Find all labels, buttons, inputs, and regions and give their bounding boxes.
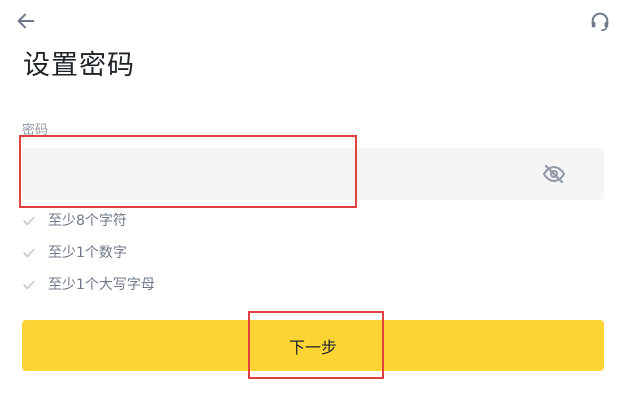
requirement-item: 至少8个字符 xyxy=(22,205,422,237)
toggle-password-visibility-button[interactable] xyxy=(538,160,570,188)
arrow-left-icon xyxy=(17,13,35,29)
back-button[interactable] xyxy=(10,5,42,37)
requirement-text: 至少8个字符 xyxy=(48,213,127,229)
requirement-item: 至少1个大写字母 xyxy=(22,269,422,301)
check-icon xyxy=(22,214,36,228)
check-icon xyxy=(22,278,36,292)
requirement-text: 至少1个大写字母 xyxy=(48,277,155,293)
page-title: 设置密码 xyxy=(23,50,135,81)
top-bar xyxy=(0,0,620,44)
password-label: 密码 xyxy=(22,123,49,138)
password-field-container xyxy=(22,148,604,200)
requirement-item: 至少1个数字 xyxy=(22,237,422,269)
next-button-label: 下一步 xyxy=(288,337,337,357)
requirement-text: 至少1个数字 xyxy=(48,245,127,261)
password-input[interactable] xyxy=(34,148,524,200)
customer-support-button[interactable] xyxy=(584,5,616,37)
check-icon xyxy=(22,246,36,260)
headset-icon xyxy=(591,12,609,31)
password-requirements: 至少8个字符 至少1个数字 至少1个大写字母 xyxy=(22,205,422,301)
eye-off-icon xyxy=(542,164,566,184)
next-button[interactable]: 下一步 xyxy=(22,320,604,371)
